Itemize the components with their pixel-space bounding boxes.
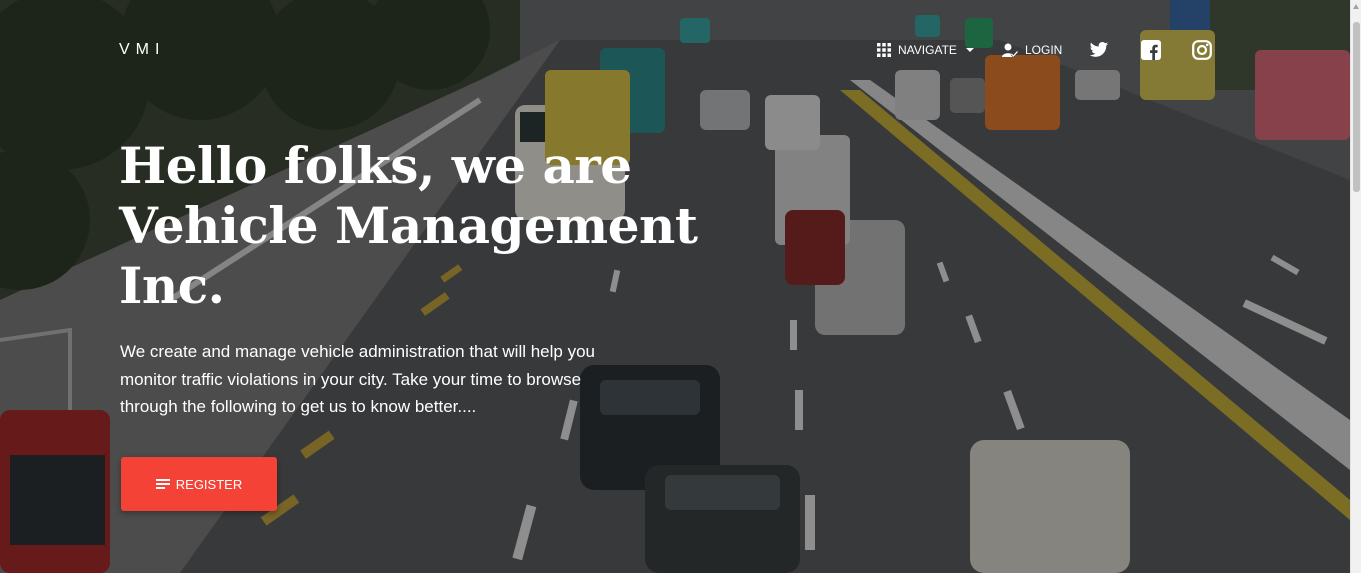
instagram-icon	[1192, 40, 1212, 60]
apps-grid-icon	[877, 43, 891, 57]
login-link[interactable]: Login	[1002, 40, 1062, 60]
register-button[interactable]: Register	[121, 457, 277, 511]
user-check-icon	[1002, 43, 1018, 57]
list-icon	[155, 479, 170, 489]
headline-line-1: Hello folks, we are	[119, 136, 632, 195]
login-label: Login	[1025, 43, 1063, 57]
navigate-label: Navigate	[898, 43, 957, 57]
facebook-link[interactable]	[1141, 40, 1161, 60]
navigate-dropdown[interactable]: Navigate	[877, 40, 974, 60]
brand-logo[interactable]: VMI	[119, 41, 165, 59]
headline-line-3: Inc.	[119, 256, 225, 315]
twitter-link[interactable]	[1089, 40, 1109, 60]
twitter-icon	[1089, 42, 1109, 57]
hero-subtitle: We create and manage vehicle administrat…	[120, 342, 596, 416]
register-label: Register	[175, 476, 243, 492]
chevron-down-icon	[965, 48, 974, 52]
instagram-link[interactable]	[1192, 40, 1212, 60]
scrollbar-thumb[interactable]	[1353, 22, 1360, 192]
scroll-up-icon[interactable]	[1353, 4, 1359, 9]
page-scrollbar[interactable]	[1350, 0, 1361, 573]
headline-line-2: Vehicle Management	[119, 196, 698, 255]
hero-headline: Hello folks, we are Vehicle Management I…	[119, 136, 719, 316]
facebook-icon	[1141, 40, 1161, 60]
